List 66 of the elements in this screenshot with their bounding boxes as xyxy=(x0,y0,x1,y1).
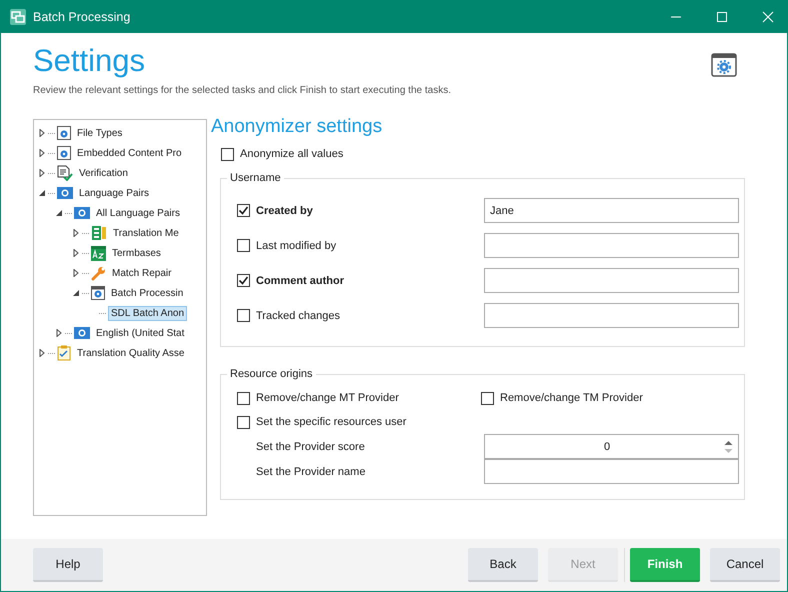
clipboard-icon xyxy=(57,345,71,361)
group-title: Resource origins xyxy=(227,368,316,380)
tree-item[interactable]: Translation Quality Asse xyxy=(75,346,186,360)
expander-icon[interactable] xyxy=(38,149,46,157)
maximize-icon[interactable] xyxy=(716,10,728,22)
checkbox-label: Remove/change TM Provider xyxy=(500,392,643,404)
checkbox[interactable] xyxy=(237,239,250,252)
tree-item[interactable]: All Language Pairs xyxy=(94,206,182,220)
app-icon xyxy=(10,8,26,24)
page-title: Settings xyxy=(33,43,146,79)
checkbox-label: Tracked changes xyxy=(256,310,340,322)
dialog-button[interactable]: Cancel xyxy=(710,548,780,582)
dialog-button[interactable]: Back xyxy=(468,548,538,582)
section-title: Anonymizer settings xyxy=(211,116,384,139)
tree-item[interactable]: Language Pairs xyxy=(77,186,152,200)
tree-item[interactable]: Termbases xyxy=(110,246,163,260)
window-title: Batch Processing xyxy=(33,10,130,24)
expander-icon[interactable] xyxy=(38,169,46,177)
checkbox[interactable] xyxy=(237,204,250,217)
input-field[interactable] xyxy=(484,459,739,484)
group-title: Username xyxy=(227,172,284,184)
expander-icon[interactable] xyxy=(38,189,46,197)
termbase-icon xyxy=(91,246,106,260)
checkbox[interactable] xyxy=(237,274,250,287)
spinner-arrows-icon[interactable] xyxy=(724,440,733,454)
checkbox-label: Remove/change MT Provider xyxy=(256,392,399,404)
checkbox-label: Comment author xyxy=(256,274,344,286)
window-gear-icon xyxy=(711,53,737,77)
expander-icon[interactable] xyxy=(55,329,63,337)
tree-item[interactable]: Embedded Content Pro xyxy=(75,146,184,160)
field-label: Set the Provider score xyxy=(256,440,365,452)
expander-icon[interactable] xyxy=(72,249,80,257)
checkbox-label: Created by xyxy=(256,204,313,216)
tree-item[interactable]: Translation Me xyxy=(111,226,181,240)
checkbox[interactable] xyxy=(237,392,250,404)
wrench-icon xyxy=(91,266,106,280)
expander-icon[interactable] xyxy=(55,209,63,217)
checkbox[interactable] xyxy=(481,392,494,404)
expander-icon[interactable] xyxy=(38,349,46,357)
checkbox-label: Last modified by xyxy=(256,240,336,252)
input-field[interactable]: Jane xyxy=(484,198,739,223)
checkbox[interactable] xyxy=(221,148,234,160)
tree-item[interactable]: Match Repair xyxy=(110,266,174,280)
field-label: Set the Provider name xyxy=(256,466,366,478)
number-field[interactable]: 0 xyxy=(484,434,739,459)
input-field[interactable] xyxy=(484,268,739,293)
dialog-button[interactable]: Help xyxy=(33,548,103,582)
database-icon xyxy=(91,225,107,241)
tree-item[interactable]: English (United Stat xyxy=(94,326,186,340)
checked-document-icon xyxy=(57,165,73,181)
expander-icon[interactable] xyxy=(38,129,46,137)
tree-item[interactable]: SDL Batch Anon xyxy=(108,306,188,320)
page-description: Review the relevant settings for the selected tasks and click Finish to start executing the tasks. xyxy=(33,85,452,96)
expander-icon[interactable] xyxy=(72,229,80,237)
checkbox[interactable] xyxy=(237,416,250,428)
checkbox-label: Set the specific resources user xyxy=(256,416,406,428)
tree-item[interactable]: Verification xyxy=(77,166,130,180)
expander-icon[interactable] xyxy=(72,269,80,277)
checkbox-label: Anonymize all values xyxy=(240,148,344,160)
expander-icon[interactable] xyxy=(72,289,80,297)
input-field[interactable] xyxy=(484,233,739,258)
close-icon[interactable] xyxy=(762,10,774,22)
tree-item[interactable]: File Types xyxy=(75,126,124,140)
input-field[interactable] xyxy=(484,303,739,328)
checkbox[interactable] xyxy=(237,309,250,322)
tree-item[interactable]: Batch Processin xyxy=(109,286,186,300)
